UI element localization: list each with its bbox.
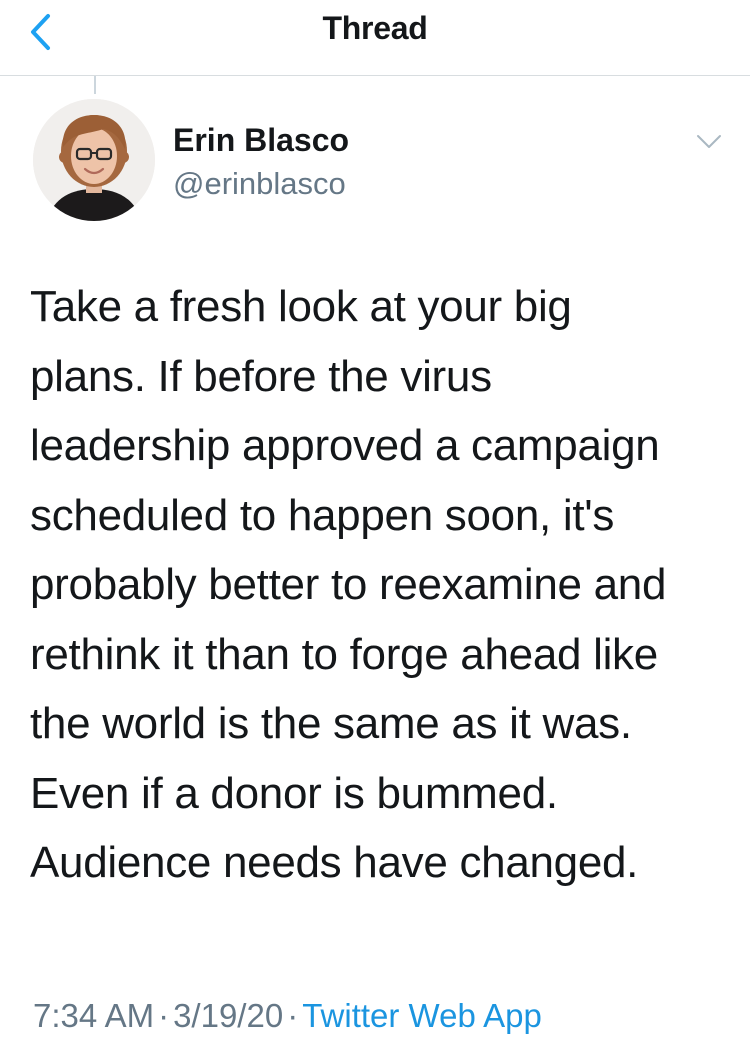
tweet-text-line: probably better to reexamine and [30,560,667,609]
tweet-text-line: plans. If before the virus [30,351,492,401]
tweet-text-line: rethink it than to forge ahead like [30,629,658,679]
profile-photo [33,99,155,221]
chevron-down-icon [697,135,721,148]
tweet-text-line: Even if a donor is bummed. [30,768,558,818]
tweet-text-line: scheduled to happen soon, it's [30,490,615,540]
tweet-time[interactable]: 7:34 AM [33,997,154,1034]
avatar[interactable] [33,99,155,221]
tweet-options-button[interactable] [692,128,726,154]
page-title: Thread [322,10,428,46]
meta-separator: · [287,997,299,1034]
tweet-text: Take a fresh look at your big plans. If … [30,272,730,898]
thread-connector-line [94,76,96,94]
tweet-meta: 7:34 AM · 3/19/20 · Twitter Web App [33,997,542,1035]
tweet-text-line: leadership approved a campaign [30,421,660,470]
tweet-date[interactable]: 3/19/20 [173,997,283,1034]
author-name[interactable]: Erin Blasco [173,122,349,159]
top-bar: Thread [0,0,750,76]
tweet-source-link[interactable]: Twitter Web App [302,997,542,1034]
tweet-text-line: Audience needs have changed. [30,838,639,887]
author-handle[interactable]: @erinblasco [173,166,346,202]
meta-separator: · [158,997,170,1034]
tweet-text-line: Take a fresh look at your big [30,282,572,331]
tweet-text-line: the world is the same as it was. [30,699,632,748]
